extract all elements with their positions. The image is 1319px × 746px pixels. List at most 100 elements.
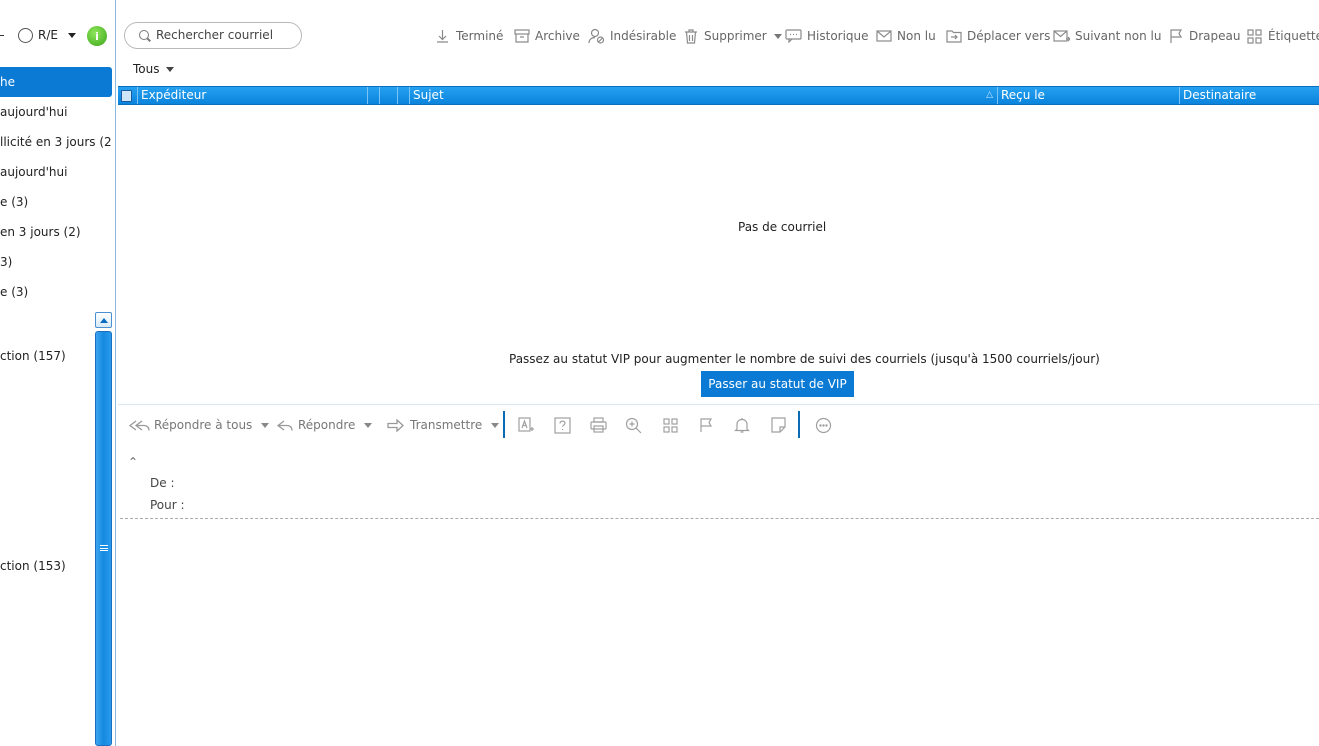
status-info-icon[interactable]: i	[87, 26, 107, 46]
filter-label: Tous	[133, 62, 160, 76]
sidebar-scrollbar[interactable]	[95, 312, 112, 746]
sidebar-item[interactable]: ction (153)	[0, 559, 66, 573]
unread-button[interactable]: Non lu	[875, 26, 936, 46]
folder-sidebar: R/E i he aujourd'hui llicité en 3 jours …	[0, 0, 116, 746]
help-icon[interactable]	[553, 416, 571, 434]
history-button[interactable]: Historique	[785, 26, 869, 46]
sidebar-item[interactable]: e (3)	[0, 277, 112, 307]
tag-label: Étiquette	[1268, 29, 1319, 43]
status-info-glyph: i	[95, 29, 99, 43]
scroll-up-button[interactable]	[95, 312, 112, 328]
delete-button[interactable]: Supprimer	[682, 26, 782, 46]
header-separator	[120, 518, 1319, 519]
reply-all-icon	[129, 418, 151, 432]
trash-column-icon	[121, 90, 132, 102]
more-options-icon[interactable]	[814, 416, 832, 434]
sidebar-item-label: e (3)	[0, 285, 29, 299]
sidebar-item[interactable]: ction (157)	[0, 349, 66, 363]
sidebar-item[interactable]: 3)	[0, 247, 112, 277]
reply-all-button[interactable]: Répondre à tous	[129, 416, 270, 434]
sidebar-item-label: aujourd'hui	[0, 105, 68, 119]
to-label: Pour :	[150, 498, 185, 512]
sidebar-item-label: he	[0, 75, 15, 89]
envelope-icon	[875, 29, 892, 44]
grid-tag-icon	[1246, 28, 1263, 44]
bell-icon[interactable]	[733, 416, 751, 434]
junk-label: Indésirable	[610, 29, 677, 43]
column-recipient[interactable]: Destinataire	[1180, 87, 1319, 104]
sidebar-dash	[0, 35, 4, 36]
sidebar-item[interactable]: aujourd'hui	[0, 157, 112, 187]
mail-column-header: Expéditeur Sujet △ Reçu le Destinataire	[118, 86, 1319, 105]
junk-button[interactable]: Indésirable	[588, 26, 676, 46]
column-sender[interactable]: Expéditeur	[138, 87, 368, 104]
flag-icon	[1167, 28, 1184, 44]
grid-icon[interactable]	[661, 416, 679, 434]
sidebar-item-active[interactable]: he	[0, 67, 112, 97]
filter-dropdown[interactable]: Tous	[133, 62, 174, 76]
sidebar-item-label: en 3 jours (2)	[0, 225, 81, 239]
print-icon[interactable]	[589, 416, 607, 434]
column-trash[interactable]	[118, 87, 138, 104]
reply-dropdown-caret[interactable]	[364, 422, 373, 428]
scroll-thumb[interactable]	[95, 331, 112, 746]
vip-promo-text: Passez au statut VIP pour augmenter le n…	[509, 352, 1100, 366]
archive-label: Archive	[535, 29, 580, 43]
from-label: De :	[150, 476, 175, 490]
move-to-icon	[945, 29, 962, 44]
done-button[interactable]: Terminé	[434, 26, 503, 46]
history-label: Historique	[807, 29, 869, 43]
column-attachment[interactable]	[368, 87, 380, 104]
sidebar-item-label: e (3)	[0, 195, 29, 209]
forward-button[interactable]: Transmettre	[387, 416, 500, 434]
sidebar-item[interactable]: e (3)	[0, 187, 112, 217]
move-label: Déplacer vers	[967, 29, 1051, 43]
re-radio[interactable]	[18, 28, 33, 43]
reply-all-label: Répondre à tous	[154, 418, 253, 432]
sidebar-item[interactable]: llicité en 3 jours (2)	[0, 127, 112, 157]
reply-label: Répondre	[298, 418, 356, 432]
re-label[interactable]: R/E	[38, 28, 58, 43]
translate-icon[interactable]	[517, 416, 535, 434]
sidebar-item-label: llicité en 3 jours (2)	[0, 135, 112, 149]
chat-history-icon	[785, 29, 802, 44]
search-box[interactable]	[124, 22, 302, 49]
column-subject-label: Sujet	[413, 88, 444, 102]
column-received[interactable]: Reçu le	[998, 87, 1180, 104]
delete-label: Supprimer	[704, 29, 767, 43]
tag-button[interactable]: Étiquette	[1246, 26, 1319, 46]
reply-all-dropdown-caret[interactable]	[261, 422, 270, 428]
re-dropdown-caret[interactable]	[68, 33, 76, 38]
chevron-down-icon	[165, 66, 174, 72]
next-unread-button[interactable]: Suivant non lu	[1053, 26, 1161, 46]
reply-icon	[277, 418, 295, 432]
sidebar-list: he aujourd'hui llicité en 3 jours (2) au…	[0, 67, 112, 307]
forward-dropdown-caret[interactable]	[491, 422, 500, 428]
sidebar-item[interactable]: aujourd'hui	[0, 97, 112, 127]
forward-arrow-icon	[387, 418, 407, 432]
trash-icon	[682, 28, 699, 44]
search-icon	[139, 30, 149, 40]
delete-dropdown-caret[interactable]	[773, 33, 782, 39]
collapse-header-icon[interactable]: ⌃	[128, 455, 138, 469]
pane-divider[interactable]	[118, 404, 1319, 405]
flag-label: Drapeau	[1189, 29, 1241, 43]
move-button[interactable]: Déplacer vers	[945, 26, 1050, 46]
zoom-in-icon[interactable]	[624, 416, 642, 434]
column-subject[interactable]: Sujet △	[410, 87, 998, 104]
column-status[interactable]	[398, 87, 410, 104]
download-icon	[434, 29, 451, 44]
sidebar-item[interactable]: en 3 jours (2)	[0, 217, 112, 247]
toolbar-separator	[503, 411, 505, 438]
sidebar-item-label: 3)	[0, 255, 13, 269]
archive-button[interactable]: Archive	[513, 26, 580, 46]
flag-button[interactable]: Drapeau	[1167, 26, 1241, 46]
sticky-note-icon[interactable]	[769, 416, 787, 434]
search-input[interactable]	[156, 28, 296, 42]
vip-upgrade-button[interactable]: Passer au statut de VIP	[701, 371, 854, 397]
toolbar-separator	[798, 411, 800, 438]
flag-icon[interactable]	[697, 416, 715, 434]
done-label: Terminé	[456, 29, 504, 43]
reply-button[interactable]: Répondre	[277, 416, 373, 434]
column-flag[interactable]	[380, 87, 398, 104]
